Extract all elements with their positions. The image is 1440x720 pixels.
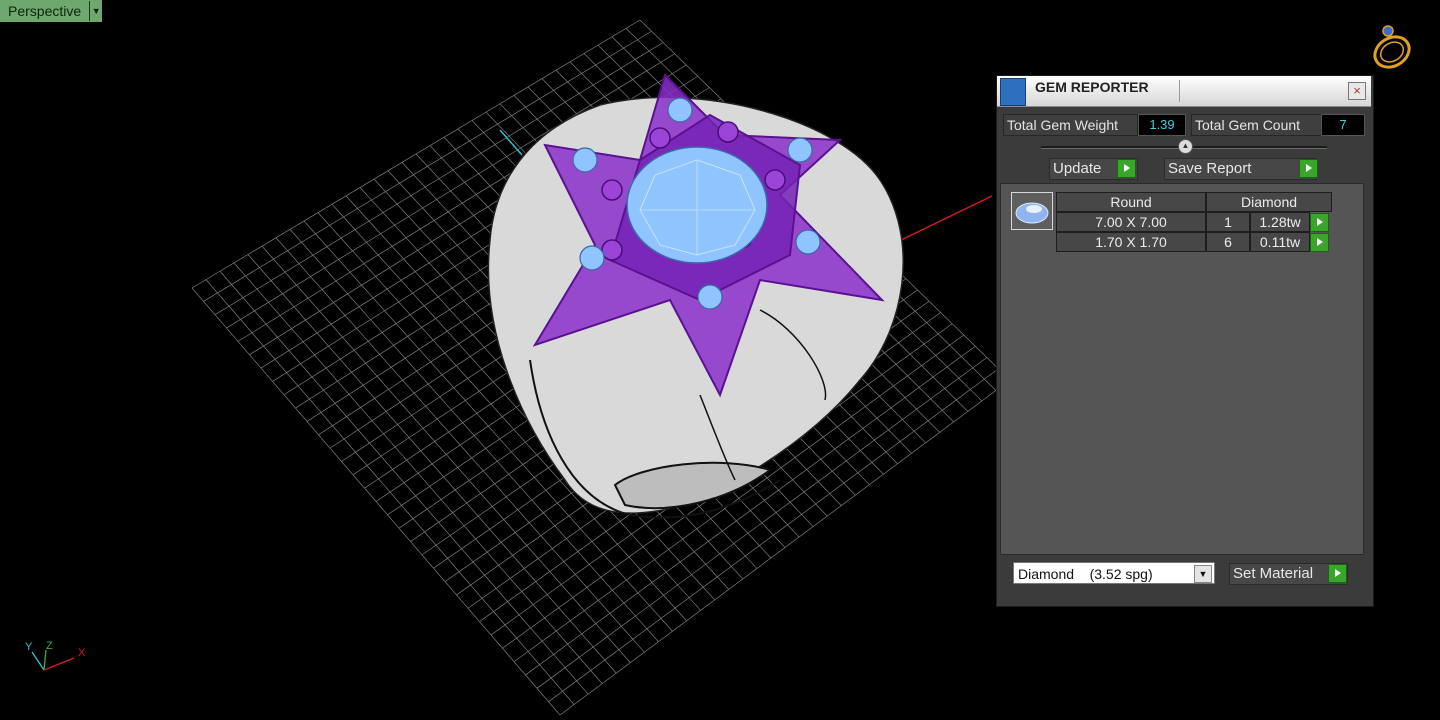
chevron-down-icon[interactable]: ▼: [1194, 565, 1212, 583]
row-2-select-icon[interactable]: [1310, 233, 1329, 252]
total-gem-count-value: 7: [1321, 114, 1365, 136]
total-gem-weight-value: 1.39: [1138, 114, 1186, 136]
round-diamond-icon: [1015, 202, 1049, 224]
save-report-button[interactable]: Save Report: [1164, 158, 1317, 180]
close-icon[interactable]: ×: [1348, 82, 1366, 100]
gem-reporter-app-icon: [1000, 78, 1026, 106]
row-1-weight: 1.28tw: [1250, 212, 1310, 232]
set-material-label: Set Material: [1233, 565, 1314, 582]
row-2-weight: 0.11tw: [1250, 232, 1310, 252]
gem-reporter-panel: GEM REPORTER × Total Gem Weight 1.39 Tot…: [996, 75, 1374, 607]
table-header-material: Diamond: [1206, 192, 1332, 212]
gem-thumbnail[interactable]: [1011, 192, 1053, 230]
y-axis-line: [499, 129, 523, 156]
slider-handle[interactable]: ▲: [1178, 139, 1193, 154]
panel-titlebar[interactable]: GEM REPORTER ×: [997, 76, 1371, 107]
x-axis-line: [894, 195, 993, 244]
row-1-count: 1: [1206, 212, 1250, 232]
gem-list: Round Diamond 7.00 X 7.00 1 1.28tw 1.70 …: [1000, 183, 1364, 555]
save-report-label: Save Report: [1168, 160, 1252, 177]
total-gem-count-label: Total Gem Count: [1191, 114, 1322, 136]
row-1-select-icon[interactable]: [1310, 213, 1329, 232]
viewport-label[interactable]: Perspective ▼: [0, 0, 103, 22]
axis-x-label: X: [78, 647, 86, 659]
update-go-icon[interactable]: [1117, 159, 1136, 178]
axis-gizmo: Y Z X: [25, 640, 86, 671]
material-select[interactable]: Diamond (3.52 spg) ▼: [1013, 562, 1215, 584]
table-header-shape: Round: [1056, 192, 1206, 212]
viewport-label-text: Perspective: [8, 3, 82, 19]
axis-z-label: Z: [46, 640, 53, 652]
set-material-go-icon[interactable]: [1328, 564, 1347, 583]
chevron-down-icon[interactable]: ▼: [89, 1, 102, 21]
material-select-value: Diamond (3.52 spg): [1018, 566, 1153, 582]
update-label: Update: [1053, 160, 1102, 177]
titlebar-divider: [1179, 80, 1180, 102]
panel-title: GEM REPORTER: [1035, 79, 1149, 95]
axis-y-label: Y: [25, 641, 33, 653]
row-2-count: 6: [1206, 232, 1250, 252]
row-2-size[interactable]: 1.70 X 1.70: [1056, 232, 1206, 252]
save-report-go-icon[interactable]: [1299, 159, 1318, 178]
center-stone: [626, 146, 768, 264]
total-gem-weight-label: Total Gem Weight: [1003, 114, 1138, 136]
ring-logo-icon[interactable]: [1366, 22, 1416, 72]
row-1-size[interactable]: 7.00 X 7.00: [1056, 212, 1206, 232]
